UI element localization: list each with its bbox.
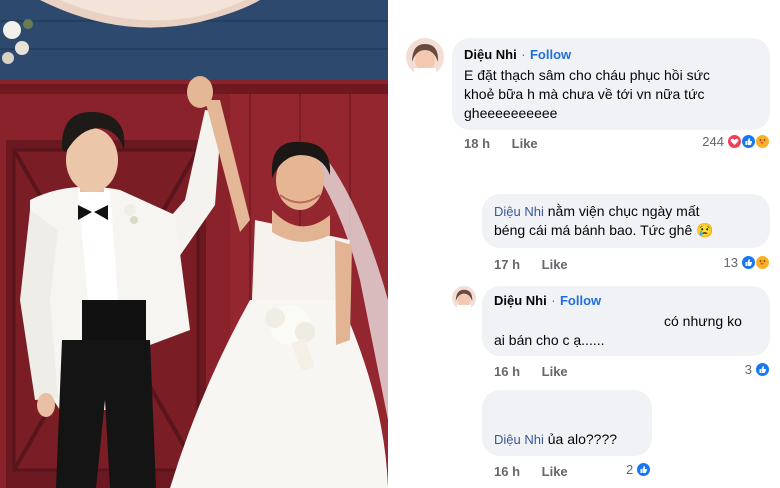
like-button[interactable]: Like	[512, 136, 538, 151]
comment-text-line: ủa alo????	[547, 431, 618, 447]
reaction-summary[interactable]: 2	[626, 462, 652, 477]
wedding-photo-illustration	[0, 0, 388, 488]
reaction-summary[interactable]: 3	[745, 362, 770, 377]
care-icon	[755, 255, 770, 270]
reaction-summary[interactable]: 244	[702, 134, 770, 149]
comment-text-line: ai bán cho c ạ......	[494, 332, 605, 348]
avatar[interactable]	[406, 38, 444, 76]
follow-button[interactable]: Follow	[560, 293, 601, 308]
reply-bubble: Diệu Nhi ủa alo????	[482, 390, 652, 456]
like-button[interactable]: Like	[542, 464, 568, 479]
comment-author[interactable]: Diệu Nhi	[464, 47, 517, 62]
follow-button[interactable]: Follow	[530, 47, 571, 62]
comment-time[interactable]: 17 h	[494, 257, 520, 272]
wedding-photo	[0, 0, 388, 488]
comment-time[interactable]: 16 h	[494, 364, 520, 379]
comment-meta: 17 h Like	[494, 257, 586, 272]
comment-text-line: khoẻ bữa h mà chưa về tới vn nữa tức	[464, 86, 705, 102]
comment-bubble: Diệu Nhi · Follow E đặt thạch sâm cho ch…	[452, 38, 770, 130]
reaction-count: 13	[723, 255, 738, 270]
comment-meta: 16 h Like	[494, 364, 586, 379]
comment-text-line: gheeeeeeeeee	[464, 105, 558, 121]
comment-text-line: có nhưng ko	[664, 313, 742, 329]
avatar-image	[452, 286, 476, 310]
love-icon	[727, 134, 742, 149]
reaction-count: 3	[744, 362, 752, 377]
clipped-previous-comment	[438, 0, 608, 12]
comment-text-line: nằm viện chục ngày mất	[547, 203, 700, 219]
reply-bubble: Diệu Nhi nằm viện chục ngày mất béng cái…	[482, 194, 770, 248]
like-icon	[741, 255, 756, 270]
care-icon	[755, 134, 770, 149]
comment-time[interactable]: 18 h	[464, 136, 490, 151]
separator-dot: ·	[521, 47, 526, 62]
separator-dot: ·	[551, 293, 556, 308]
comment-text-line: béng cái má bánh bao. Tức ghê 😢	[494, 222, 714, 238]
like-button[interactable]: Like	[542, 257, 568, 272]
reaction-count: 244	[702, 134, 724, 149]
comment-text-line: E đặt thạch sâm cho cháu phục hồi sức	[464, 67, 710, 83]
comment-meta: 16 h Like	[494, 464, 586, 479]
avatar-image	[406, 38, 444, 76]
reaction-count: 2	[626, 462, 634, 477]
comments-panel: Diệu Nhi · Follow E đặt thạch sâm cho ch…	[388, 0, 780, 488]
like-icon	[636, 462, 652, 477]
comment-meta: 18 h Like	[464, 136, 556, 151]
comment-time[interactable]: 16 h	[494, 464, 520, 479]
like-icon	[741, 134, 756, 149]
like-icon	[755, 362, 770, 377]
avatar[interactable]	[452, 286, 476, 310]
mention-link[interactable]: Diệu Nhi	[494, 204, 544, 219]
reaction-summary[interactable]: 13	[724, 255, 770, 270]
comment-author[interactable]: Diệu Nhi	[494, 293, 547, 308]
mention-link[interactable]: Diệu Nhi	[494, 432, 544, 447]
reply-bubble: Diệu Nhi · Follow có nhưng ko ai bán cho…	[482, 286, 770, 356]
like-button[interactable]: Like	[542, 364, 568, 379]
